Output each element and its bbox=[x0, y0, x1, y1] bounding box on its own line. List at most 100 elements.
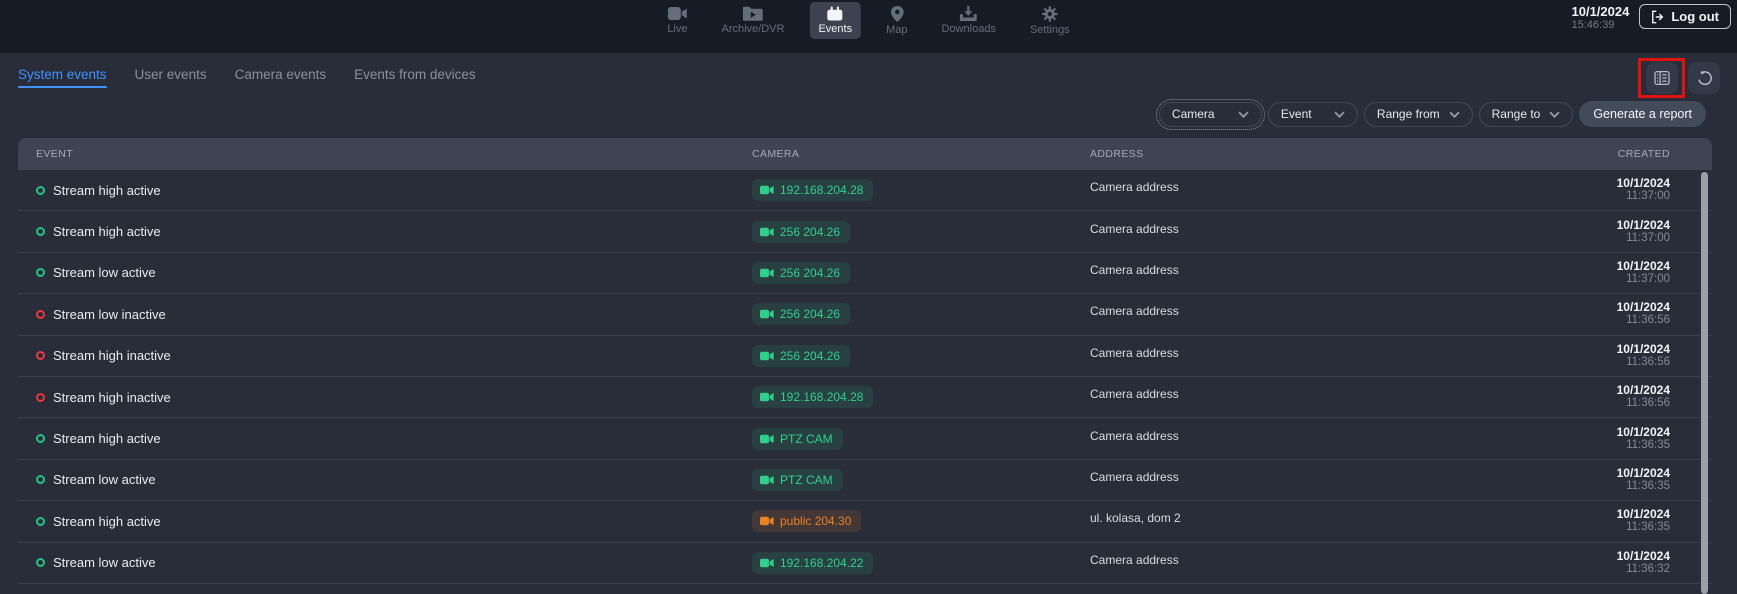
address-cell: Camera address bbox=[1090, 180, 1617, 194]
camera-badge: 192.168.204.28 bbox=[752, 179, 873, 201]
camera-badge: PTZ CAM bbox=[752, 428, 843, 450]
created-time: 11:37:00 bbox=[1617, 273, 1670, 286]
created-cell: 10/1/2024 11:36:56 bbox=[1617, 343, 1670, 369]
table-row[interactable]: Stream high active 192.168.204.28 Camera… bbox=[18, 170, 1712, 211]
created-cell: 10/1/2024 11:36:32 bbox=[1617, 550, 1670, 576]
camera-name: public 204.30 bbox=[780, 514, 851, 528]
table-row[interactable]: Stream high active PTZ CAM Camera addres… bbox=[18, 418, 1712, 459]
event-label: Stream high inactive bbox=[53, 390, 171, 405]
event-cell: Stream high inactive bbox=[36, 348, 752, 363]
report-list-icon bbox=[1653, 69, 1671, 87]
partial-row bbox=[18, 584, 1712, 594]
camera-badge: public 204.30 bbox=[752, 510, 861, 532]
nav-label: Events bbox=[818, 24, 852, 35]
camera-name: 192.168.204.28 bbox=[780, 183, 863, 197]
created-date: 10/1/2024 bbox=[1617, 467, 1670, 480]
event-label: Stream high active bbox=[53, 514, 161, 529]
tab-user-events[interactable]: User events bbox=[135, 53, 207, 95]
camera-badge: 192.168.204.28 bbox=[752, 386, 873, 408]
event-status-icon bbox=[36, 475, 45, 484]
event-cell: Stream high inactive bbox=[36, 390, 752, 405]
event-status-icon bbox=[36, 434, 45, 443]
camera-cell: PTZ CAM bbox=[752, 469, 1090, 491]
range-to-dropdown[interactable]: Range to bbox=[1479, 102, 1574, 127]
tab-events-from-devices[interactable]: Events from devices bbox=[354, 53, 476, 95]
camera-filter-dropdown[interactable]: Camera bbox=[1159, 102, 1262, 127]
created-cell: 10/1/2024 11:36:35 bbox=[1617, 508, 1670, 534]
created-time: 11:37:00 bbox=[1617, 190, 1670, 203]
nav-label: Downloads bbox=[942, 24, 996, 35]
camera-name: 256 204.26 bbox=[780, 266, 840, 280]
nav-item-downloads[interactable]: Downloads bbox=[933, 2, 1005, 39]
scrollbar-thumb[interactable] bbox=[1701, 172, 1708, 594]
report-button[interactable] bbox=[1646, 62, 1678, 94]
camera-cell: 256 204.26 bbox=[752, 303, 1090, 325]
camera-cell: PTZ CAM bbox=[752, 428, 1090, 450]
logout-icon bbox=[1651, 10, 1665, 24]
camera-badge: 192.168.204.22 bbox=[752, 552, 873, 574]
system-datetime: 10/1/2024 15:46:39 bbox=[1572, 4, 1630, 32]
refresh-icon bbox=[1696, 70, 1713, 87]
event-label: Stream high inactive bbox=[53, 348, 171, 363]
map-pin-icon bbox=[890, 6, 903, 22]
logout-button[interactable]: Log out bbox=[1639, 4, 1731, 29]
video-camera-icon bbox=[760, 475, 774, 485]
refresh-button[interactable] bbox=[1688, 62, 1720, 94]
camera-cell: 192.168.204.28 bbox=[752, 386, 1090, 408]
chevron-down-icon bbox=[1549, 111, 1560, 118]
event-status-icon bbox=[36, 558, 45, 567]
download-tray-icon bbox=[960, 6, 977, 21]
camera-badge: 256 204.26 bbox=[752, 262, 850, 284]
event-cell: Stream low inactive bbox=[36, 307, 752, 322]
events-calendar-icon bbox=[826, 6, 844, 21]
event-label: Stream low active bbox=[53, 472, 156, 487]
event-filter-dropdown[interactable]: Event bbox=[1268, 102, 1358, 127]
nav-item-archive-dvr[interactable]: Archive/DVR bbox=[713, 2, 794, 39]
table-row[interactable]: Stream low inactive 256 204.26 Camera ad… bbox=[18, 294, 1712, 335]
event-filter-label: Event bbox=[1281, 107, 1312, 121]
column-header-created: CREATED bbox=[1618, 148, 1670, 160]
generate-report-button[interactable]: Generate a report bbox=[1579, 101, 1706, 127]
created-date: 10/1/2024 bbox=[1617, 343, 1670, 356]
table-row[interactable]: Stream high inactive 192.168.204.28 Came… bbox=[18, 377, 1712, 418]
created-date: 10/1/2024 bbox=[1617, 219, 1670, 232]
table-body: Stream high active 192.168.204.28 Camera… bbox=[18, 170, 1712, 584]
camera-filter-label: Camera bbox=[1172, 107, 1215, 121]
nav-label: Archive/DVR bbox=[722, 24, 785, 35]
nav-item-settings[interactable]: Settings bbox=[1021, 2, 1079, 40]
created-cell: 10/1/2024 11:37:00 bbox=[1617, 177, 1670, 203]
table-header-row: EVENT CAMERA ADDRESS CREATED bbox=[18, 138, 1712, 170]
camera-cell: 256 204.26 bbox=[752, 262, 1090, 284]
nav-label: Live bbox=[667, 24, 687, 35]
table-row[interactable]: Stream low active PTZ CAM Camera address… bbox=[18, 460, 1712, 501]
camera-name: 256 204.26 bbox=[780, 307, 840, 321]
camera-name: 192.168.204.22 bbox=[780, 556, 863, 570]
nav-item-map[interactable]: Map bbox=[877, 2, 916, 40]
camera-badge: 256 204.26 bbox=[752, 221, 850, 243]
range-from-dropdown[interactable]: Range from bbox=[1364, 102, 1473, 127]
table-row[interactable]: Stream low active 256 204.26 Camera addr… bbox=[18, 253, 1712, 294]
event-cell: Stream high active bbox=[36, 431, 752, 446]
address-cell: Camera address bbox=[1090, 222, 1617, 236]
video-camera-icon bbox=[760, 558, 774, 568]
address-cell: ul. kolasa, dom 2 bbox=[1090, 511, 1617, 525]
table-row[interactable]: Stream high active public 204.30 ul. kol… bbox=[18, 501, 1712, 542]
table-row[interactable]: Stream high inactive 256 204.26 Camera a… bbox=[18, 336, 1712, 377]
event-label: Stream low active bbox=[53, 265, 156, 280]
event-status-icon bbox=[36, 517, 45, 526]
table-row[interactable]: Stream high active 256 204.26 Camera add… bbox=[18, 211, 1712, 252]
tab-camera-events[interactable]: Camera events bbox=[235, 53, 327, 95]
address-cell: Camera address bbox=[1090, 470, 1617, 484]
address-cell: Camera address bbox=[1090, 263, 1617, 277]
camera-cell: 192.168.204.28 bbox=[752, 179, 1090, 201]
tab-system-events[interactable]: System events bbox=[18, 53, 107, 95]
nav-item-events[interactable]: Events bbox=[809, 2, 861, 39]
created-date: 10/1/2024 bbox=[1617, 177, 1670, 190]
main-nav: Live Archive/DVR Events Map Downloads bbox=[658, 2, 1078, 40]
address-cell: Camera address bbox=[1090, 304, 1617, 318]
nav-item-live[interactable]: Live bbox=[658, 2, 696, 39]
system-date: 10/1/2024 bbox=[1572, 5, 1630, 18]
event-status-icon bbox=[36, 186, 45, 195]
table-row[interactable]: Stream low active 192.168.204.22 Camera … bbox=[18, 543, 1712, 584]
chevron-down-icon bbox=[1238, 111, 1249, 118]
